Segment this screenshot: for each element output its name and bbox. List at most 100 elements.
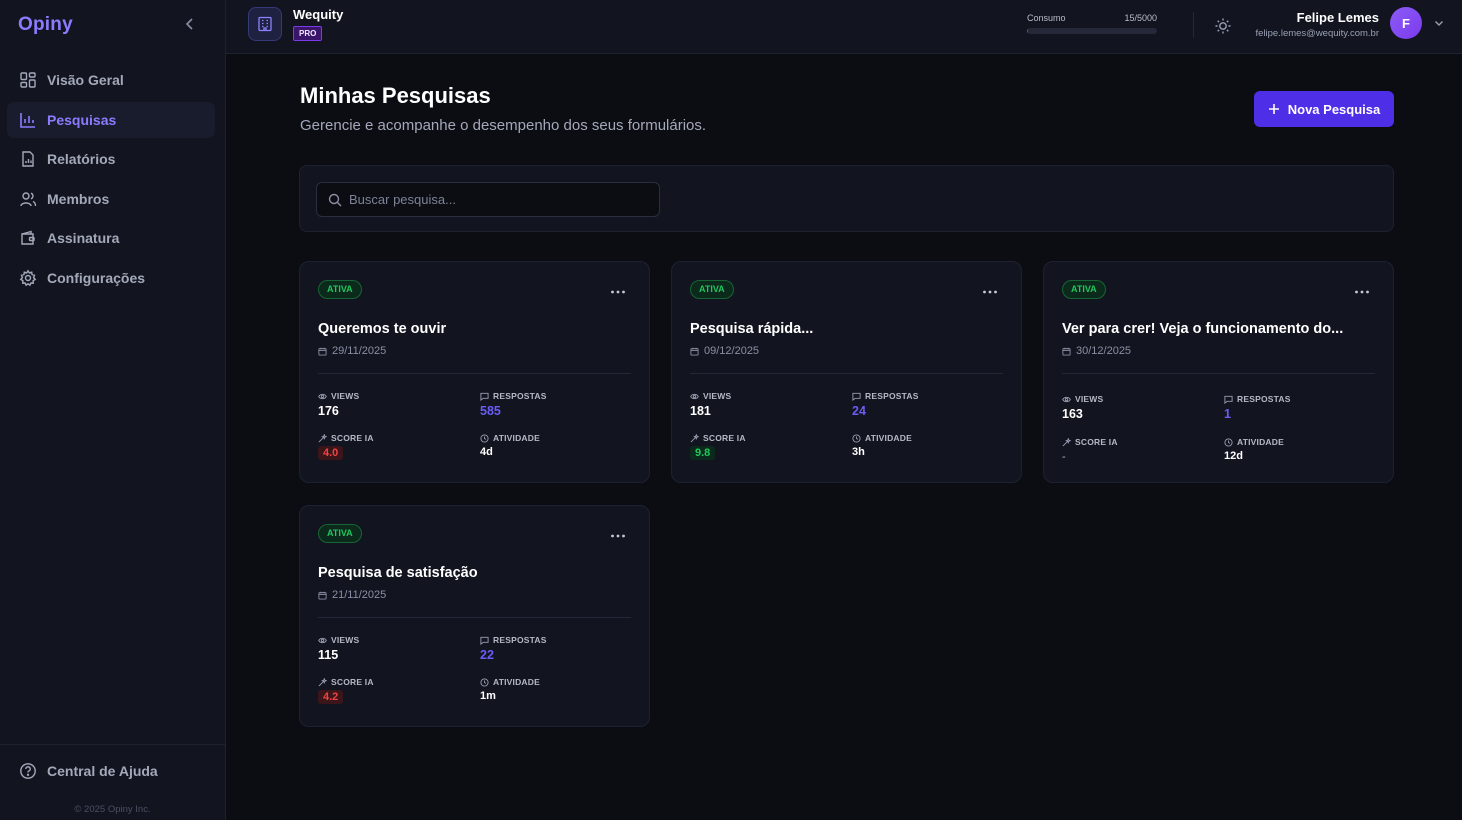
activity-stat: ATIVIDADE 1m bbox=[480, 677, 540, 702]
eye-icon bbox=[318, 393, 327, 399]
sparkles-icon bbox=[318, 677, 327, 686]
ai-score-label: SCORE IA bbox=[331, 677, 374, 687]
help-center-label: Central de Ajuda bbox=[47, 763, 158, 779]
survey-title[interactable]: Pesquisa de satisfação bbox=[318, 565, 478, 581]
new-survey-button[interactable]: Nova Pesquisa bbox=[1254, 91, 1394, 127]
survey-card[interactable]: ATIVA Ver para crer! Veja o funcionament… bbox=[1043, 261, 1394, 483]
responses-stat: RESPOSTAS 585 bbox=[480, 391, 547, 418]
responses-label: RESPOSTAS bbox=[1237, 394, 1291, 404]
search-panel bbox=[299, 165, 1394, 232]
activity-value: 4d bbox=[480, 446, 493, 458]
more-options-icon[interactable] bbox=[1353, 283, 1371, 301]
ai-score-stat: SCORE IA 4.2 bbox=[318, 677, 374, 705]
user-email: felipe.lemes@wequity.com.br bbox=[1255, 28, 1379, 39]
organization-switcher[interactable] bbox=[248, 7, 282, 41]
sidebar-item-label: Configurações bbox=[47, 269, 146, 286]
views-stat: VIEWS 163 bbox=[1062, 394, 1103, 421]
usage-progress-fill bbox=[1027, 28, 1029, 34]
survey-title[interactable]: Queremos te ouvir bbox=[318, 321, 446, 337]
brand-logo[interactable]: Opiny bbox=[18, 14, 73, 36]
views-label: VIEWS bbox=[331, 391, 360, 401]
copyright-text: © 2025 Opiny Inc. bbox=[74, 804, 151, 815]
search-input[interactable] bbox=[349, 183, 649, 216]
card-divider bbox=[1062, 373, 1375, 374]
survey-title[interactable]: Pesquisa rápida... bbox=[690, 321, 813, 337]
calendar-icon bbox=[318, 591, 327, 600]
responses-value: 22 bbox=[480, 648, 494, 662]
search-box[interactable] bbox=[316, 182, 660, 217]
responses-label: RESPOSTAS bbox=[493, 635, 547, 645]
calendar-icon bbox=[318, 347, 327, 356]
survey-card[interactable]: ATIVA Pesquisa rápida... 09/12/2025 VIEW… bbox=[671, 261, 1022, 483]
calendar-icon bbox=[1062, 347, 1071, 356]
views-value: 115 bbox=[318, 648, 339, 662]
survey-date-text: 21/11/2025 bbox=[332, 589, 387, 601]
sidebar-item-relatorios[interactable]: Relatórios bbox=[7, 141, 215, 177]
wallet-icon bbox=[21, 230, 35, 246]
sidebar-footer: Central de Ajuda © 2025 Opiny Inc. bbox=[0, 744, 225, 815]
usage-progress-bar bbox=[1027, 28, 1157, 34]
message-square-icon bbox=[480, 392, 489, 401]
clock-icon bbox=[1224, 437, 1233, 447]
sparkles-icon bbox=[318, 433, 327, 442]
card-divider bbox=[690, 373, 1003, 374]
sidebar-item-visao-geral[interactable]: Visão Geral bbox=[7, 62, 215, 98]
sidebar-item-assinatura[interactable]: Assinatura bbox=[7, 220, 215, 256]
activity-stat: ATIVIDADE 12d bbox=[1224, 437, 1284, 462]
survey-card[interactable]: ATIVA Queremos te ouvir 29/11/2025 VIEWS… bbox=[299, 261, 650, 483]
responses-label: RESPOSTAS bbox=[865, 391, 919, 401]
views-value: 176 bbox=[318, 404, 339, 418]
chevron-left-icon[interactable] bbox=[182, 15, 198, 33]
activity-value: 1m bbox=[480, 690, 496, 702]
sidebar-item-pesquisas[interactable]: Pesquisas bbox=[7, 101, 215, 138]
sidebar-item-label: Relatórios bbox=[47, 151, 116, 168]
sidebar-item-label: Membros bbox=[47, 190, 110, 207]
message-square-icon bbox=[1224, 395, 1233, 404]
sidebar-item-membros[interactable]: Membros bbox=[7, 181, 215, 217]
survey-card[interactable]: ATIVA Pesquisa de satisfação 21/11/2025 … bbox=[299, 505, 650, 727]
responses-stat: RESPOSTAS 22 bbox=[480, 635, 547, 662]
eye-icon bbox=[1062, 396, 1071, 402]
survey-title[interactable]: Ver para crer! Veja o funcionamento do..… bbox=[1062, 321, 1343, 337]
ai-score-label: SCORE IA bbox=[703, 433, 746, 443]
avatar[interactable]: F bbox=[1390, 7, 1422, 39]
activity-label: ATIVIDADE bbox=[1237, 437, 1284, 447]
help-center-link[interactable]: Central de Ajuda bbox=[19, 762, 158, 780]
search-icon bbox=[328, 193, 342, 207]
responses-stat: RESPOSTAS 1 bbox=[1224, 394, 1291, 421]
chevron-down-icon[interactable] bbox=[1433, 17, 1445, 29]
survey-date-text: 30/12/2025 bbox=[1076, 345, 1132, 357]
sidebar-nav: Visão Geral Pesquisas Relatórios Membros… bbox=[7, 62, 215, 300]
ai-score-badge: 4.2 bbox=[318, 690, 344, 704]
views-stat: VIEWS 176 bbox=[318, 391, 359, 418]
card-divider bbox=[318, 617, 631, 618]
more-options-icon[interactable] bbox=[609, 283, 627, 301]
sun-icon[interactable] bbox=[1213, 16, 1233, 36]
ai-score-badge: 9.8 bbox=[690, 446, 716, 460]
plan-badge: PRO bbox=[293, 26, 323, 41]
sidebar-item-configuracoes[interactable]: Configurações bbox=[7, 260, 215, 296]
sidebar-item-label: Assinatura bbox=[47, 230, 120, 247]
status-badge: ATIVA bbox=[318, 280, 362, 299]
dashboard-icon bbox=[20, 72, 36, 88]
eye-icon bbox=[318, 637, 327, 643]
views-value: 163 bbox=[1062, 407, 1083, 421]
views-stat: VIEWS 181 bbox=[690, 391, 731, 418]
more-options-icon[interactable] bbox=[609, 527, 627, 545]
survey-date: 30/12/2025 bbox=[1062, 345, 1131, 357]
ai-score-stat: SCORE IA 4.0 bbox=[318, 433, 374, 461]
plus-icon bbox=[1268, 104, 1279, 114]
more-options-icon[interactable] bbox=[981, 283, 999, 301]
sidebar-item-label: Pesquisas bbox=[47, 111, 117, 128]
users-icon bbox=[20, 192, 37, 206]
eye-icon bbox=[690, 393, 699, 399]
activity-label: ATIVIDADE bbox=[493, 433, 540, 443]
status-badge: ATIVA bbox=[1062, 280, 1106, 299]
sparkles-icon bbox=[1062, 437, 1071, 446]
ai-score-label: SCORE IA bbox=[1075, 437, 1118, 447]
usage-value: 15/5000 bbox=[1124, 13, 1157, 23]
user-name: Felipe Lemes bbox=[1296, 10, 1379, 25]
organization-name: Wequity bbox=[293, 7, 344, 22]
usage-label: Consumo bbox=[1027, 13, 1066, 23]
responses-label: RESPOSTAS bbox=[493, 391, 547, 401]
